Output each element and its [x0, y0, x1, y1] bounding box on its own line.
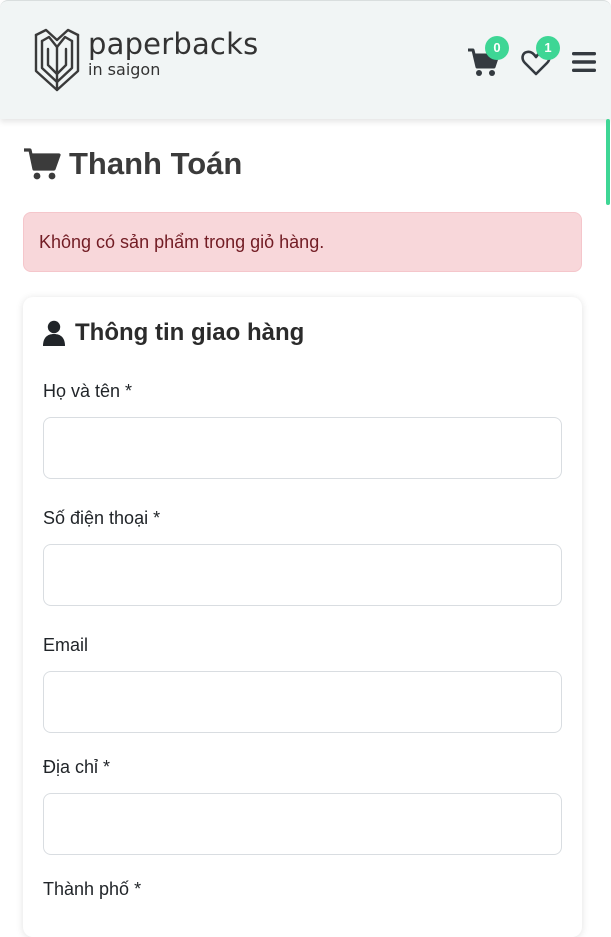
scrollbar-track[interactable] [605, 119, 611, 912]
hamburger-menu-icon[interactable] [571, 50, 597, 74]
brand-logo-link[interactable]: paperbacks in saigon [33, 27, 258, 93]
navbar: paperbacks in saigon 0 1 [0, 0, 611, 119]
address-label: Địa chỉ * [43, 757, 111, 777]
city-label: Thành phố * [43, 879, 142, 899]
email-input[interactable] [43, 671, 562, 733]
full-name-label: Họ và tên * [43, 381, 133, 401]
wishlist-count-badge: 1 [536, 36, 560, 60]
empty-cart-alert: Không có sản phẩm trong giỏ hàng. [23, 212, 582, 272]
brand-subtitle: in saigon [88, 60, 161, 79]
brand-name: paperbacks [88, 27, 259, 61]
email-label: Email [43, 635, 89, 655]
page-title-text: Thanh Toán [69, 146, 243, 181]
book-logo-icon [34, 28, 80, 92]
card-header: Thông tin giao hàng [43, 319, 304, 347]
address-input[interactable] [43, 793, 562, 855]
full-name-input[interactable] [43, 417, 562, 479]
shipping-heading: Thông tin giao hàng [75, 319, 305, 346]
cart-count-badge: 0 [485, 36, 509, 60]
phone-label: Số điện thoại * [43, 508, 161, 528]
cart-title-icon [24, 148, 61, 180]
shipping-info-card: Thông tin giao hàng Họ và tên * Số điện … [23, 297, 582, 937]
user-icon [43, 320, 65, 346]
scrollbar-thumb[interactable] [606, 119, 610, 205]
brand-text: paperbacks in saigon [88, 27, 258, 79]
page-title: Thanh Toán [23, 146, 242, 182]
phone-input[interactable] [43, 544, 562, 606]
